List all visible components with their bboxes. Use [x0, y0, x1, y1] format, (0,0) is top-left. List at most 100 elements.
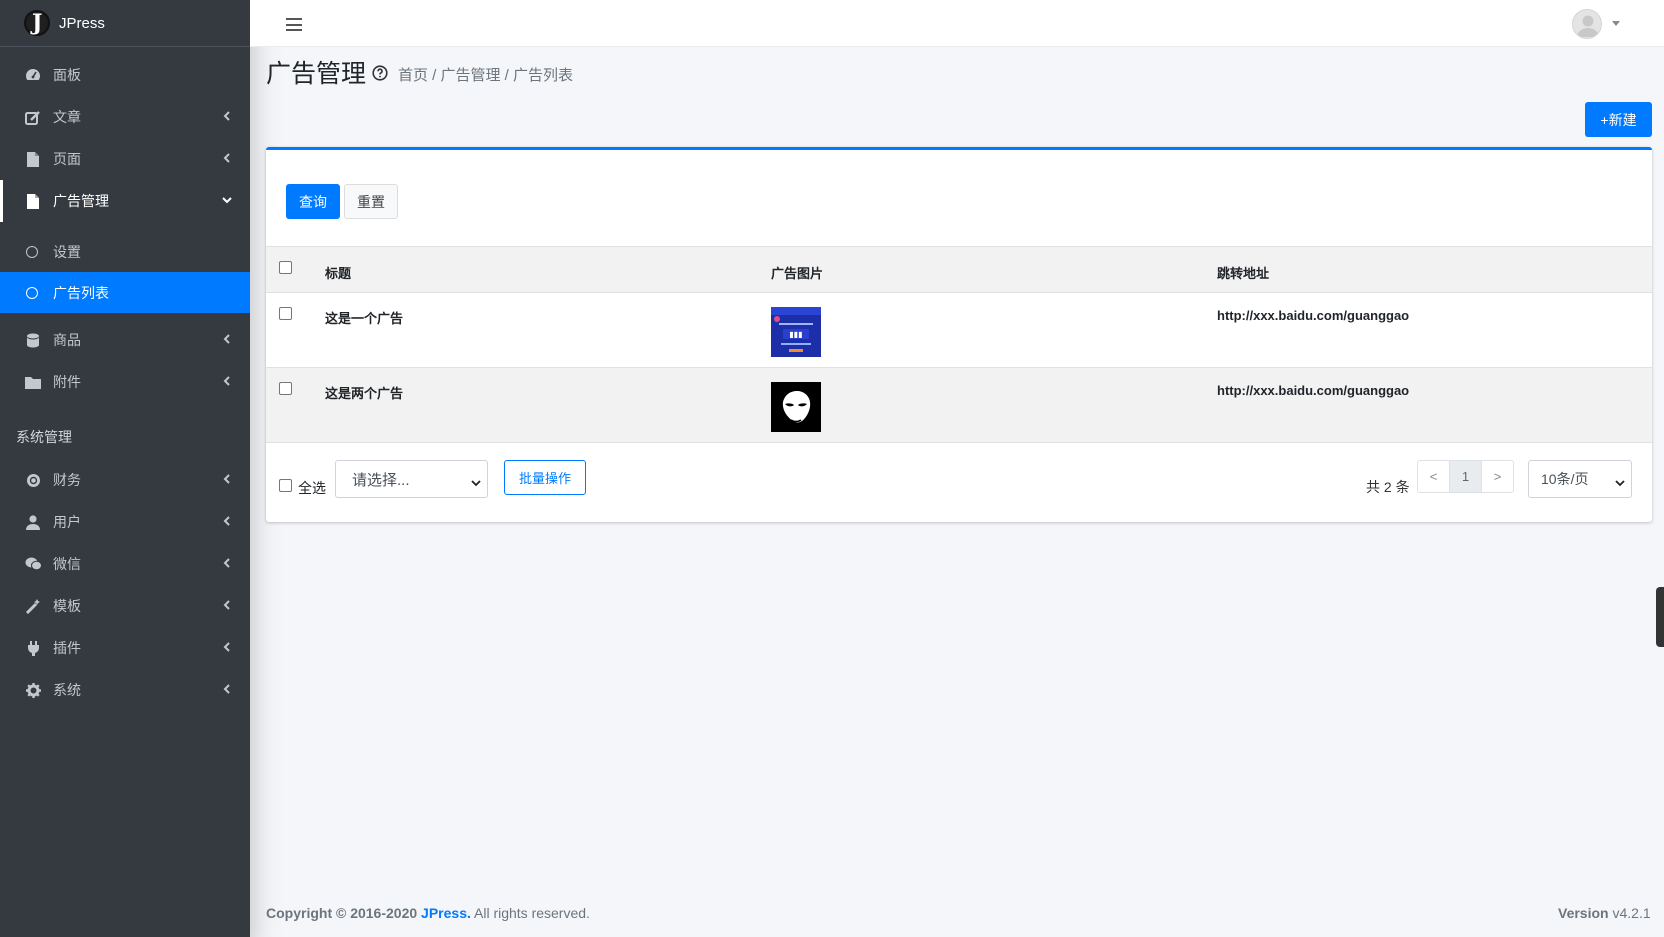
sidebar-item-finance[interactable]: 财务	[0, 459, 250, 501]
chevron-left-icon	[220, 682, 234, 696]
magic-icon	[24, 598, 42, 614]
chevron-down-icon	[1615, 475, 1625, 487]
query-button[interactable]: 查询	[286, 184, 340, 219]
brand[interactable]: J JPress	[0, 0, 250, 47]
sidebar-item-system[interactable]: 系统	[0, 669, 250, 711]
sidebar: J JPress 面板 文章 页面 广告管理 设置 广告列表 商品 附件 系统管…	[0, 0, 250, 937]
sidebar-item-label: 广告管理	[53, 193, 109, 209]
ad-table: 标题 广告图片 跳转地址 这是一个广告 ▮▮▮ http://xxx.baidu	[266, 246, 1652, 443]
sidebar-item-attachments[interactable]: 附件	[0, 361, 250, 403]
row-url[interactable]: http://xxx.baidu.com/guanggao	[1217, 308, 1409, 323]
header-checkbox[interactable]	[279, 261, 292, 274]
sidebar-item-pages[interactable]: 页面	[0, 138, 250, 180]
select-all-label[interactable]: 全选	[298, 478, 326, 498]
chevron-down-icon	[471, 475, 481, 487]
sidebar-nav: 面板 文章 页面 广告管理 设置 广告列表 商品 附件	[0, 47, 250, 403]
caret-down-icon[interactable]	[1612, 21, 1620, 26]
row-title[interactable]: 这是一个广告	[325, 308, 403, 327]
pagination: < 1 >	[1417, 460, 1514, 493]
sidebar-subitem-settings[interactable]: 设置	[0, 231, 250, 272]
total-count: 共 2 条	[1366, 479, 1410, 495]
chevron-left-icon	[220, 514, 234, 528]
sidebar-item-label: 页面	[53, 151, 81, 167]
sidebar-section-header: 系统管理	[16, 429, 72, 445]
copyright-suffix: All rights reserved.	[470, 905, 590, 921]
chevron-left-icon	[220, 374, 234, 388]
wechat-icon	[24, 556, 42, 572]
dashboard-icon	[24, 67, 42, 83]
prev-page-button[interactable]: <	[1417, 460, 1450, 493]
table-row[interactable]: 这是两个广告 http://xxx.baidu.com/guanggao	[266, 368, 1652, 443]
column-header-image: 广告图片	[771, 266, 824, 281]
sidebar-item-plugins[interactable]: 插件	[0, 627, 250, 669]
batch-action-select[interactable]: 请选择...	[335, 460, 488, 498]
chevron-left-icon	[220, 556, 234, 570]
footer-brand-link[interactable]: JPress.	[421, 905, 471, 921]
sidebar-item-label: 面板	[53, 67, 81, 83]
user-avatar[interactable]	[1572, 9, 1602, 39]
brand-logo: J	[18, 4, 56, 42]
file-icon	[24, 193, 42, 209]
chevron-left-icon	[220, 109, 234, 123]
sidebar-system-nav: 财务 用户 微信 模板 插件 系统	[0, 459, 250, 711]
select-all-checkbox[interactable]	[279, 479, 292, 492]
column-header-title: 标题	[325, 266, 352, 281]
row-checkbox[interactable]	[279, 307, 292, 320]
next-page-button[interactable]: >	[1481, 460, 1514, 493]
page-size-select[interactable]: 10条/页	[1528, 460, 1632, 498]
reset-button[interactable]: 重置	[344, 184, 398, 219]
sidebar-item-dashboard[interactable]: 面板	[0, 54, 250, 96]
database-icon	[24, 332, 42, 348]
sidebar-item-label: 财务	[53, 472, 81, 488]
sidebar-item-label: 附件	[53, 374, 81, 390]
user-icon	[24, 514, 42, 530]
page-size-value: 10条/页	[1541, 471, 1589, 487]
chevron-left-icon	[220, 151, 234, 165]
row-title[interactable]: 这是两个广告	[325, 383, 403, 402]
circle-icon	[26, 245, 38, 258]
sidebar-item-label: 商品	[53, 332, 81, 348]
svg-text:▮▮▮: ▮▮▮	[789, 330, 802, 339]
column-header-url: 跳转地址	[1217, 266, 1270, 281]
batch-action-button[interactable]: 批量操作	[504, 460, 586, 495]
page-footer-version: Version v4.2.1	[1558, 905, 1651, 921]
sidebar-subitem-ad-list[interactable]: 广告列表	[0, 272, 250, 313]
sidebar-item-articles[interactable]: 文章	[0, 96, 250, 138]
sidebar-item-templates[interactable]: 模板	[0, 585, 250, 627]
row-checkbox[interactable]	[279, 382, 292, 395]
chevron-left-icon	[220, 472, 234, 486]
ad-list-card: 查询 重置 标题 广告图片 跳转地址 这是一个广告 ▮▮▮ http://xxx…	[266, 147, 1652, 522]
brand-name: JPress	[59, 14, 105, 32]
sidebar-item-ad-management[interactable]: 广告管理	[0, 180, 250, 222]
circle-icon	[26, 286, 38, 299]
batch-action-select-value: 请选择...	[352, 471, 410, 489]
page-footer-copyright: Copyright © 2016-2020 JPress. All rights…	[266, 905, 590, 921]
row-url[interactable]: http://xxx.baidu.com/guanggao	[1217, 383, 1409, 398]
sidebar-item-label: 插件	[53, 640, 81, 656]
gear-icon	[24, 682, 42, 698]
chevron-left-icon	[220, 332, 234, 346]
side-widget-handle[interactable]	[1656, 587, 1664, 647]
menu-toggle-icon[interactable]	[286, 18, 302, 32]
version-number: v4.2.1	[1608, 905, 1651, 921]
breadcrumb[interactable]: 首页 / 广告管理 / 广告列表	[398, 64, 573, 85]
chevron-down-icon	[220, 193, 234, 207]
table-footer: 全选 请选择... 批量操作 共 2 条 < 1 > 10条/页	[266, 442, 1652, 522]
poster-image[interactable]: ▮▮▮	[771, 307, 821, 357]
chevron-left-icon	[220, 640, 234, 654]
sidebar-item-products[interactable]: 商品	[0, 319, 250, 361]
new-button[interactable]: +新建	[1585, 102, 1652, 137]
page-title: 广告管理	[266, 60, 367, 88]
sidebar-item-label: 微信	[53, 556, 81, 572]
mask-image[interactable]	[771, 382, 821, 432]
spacer	[0, 222, 250, 231]
table-row[interactable]: 这是一个广告 ▮▮▮ http://xxx.baidu.com/guanggao	[266, 293, 1652, 368]
sidebar-subitem-label: 设置	[53, 243, 81, 260]
edit-icon	[24, 109, 42, 125]
question-circle-icon[interactable]	[372, 65, 388, 81]
sidebar-subitem-label: 广告列表	[53, 284, 109, 301]
page-1-button[interactable]: 1	[1449, 460, 1482, 493]
sidebar-item-users[interactable]: 用户	[0, 501, 250, 543]
copyright-prefix: Copyright © 2016-2020	[266, 905, 422, 921]
sidebar-item-wechat[interactable]: 微信	[0, 543, 250, 585]
